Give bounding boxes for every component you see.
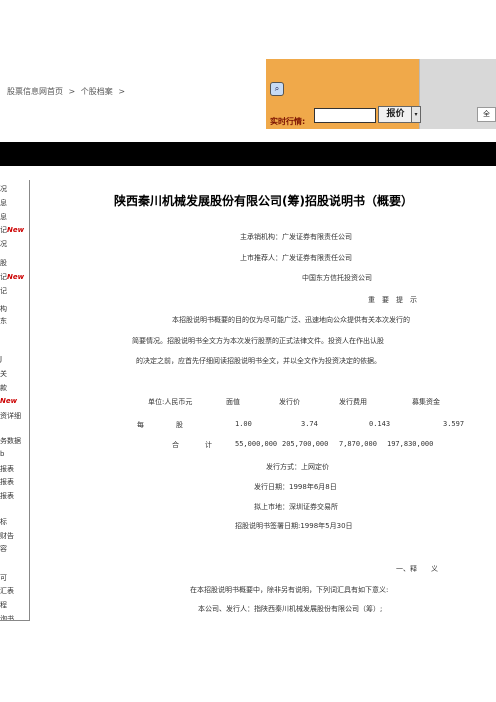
- sidebar-item[interactable]: 记New: [0, 225, 29, 235]
- breadcrumb-separator: >: [118, 87, 126, 96]
- sidebar-item-label: 记: [0, 273, 7, 281]
- quote-select-arrow[interactable]: ▾: [411, 106, 421, 123]
- table-header-cell: 单位:人民币元: [148, 398, 193, 406]
- sidebar-item[interactable]: 款: [0, 383, 29, 393]
- definition-item: 本公司、发行人：指陕西秦川机械发展股份有限公司（筹）;: [198, 605, 383, 613]
- new-badge: New: [7, 273, 25, 281]
- issue-date: 发行日期：1998年6月8日: [254, 483, 337, 491]
- sidebar-item[interactable]: 程: [0, 600, 29, 610]
- table-cell: 每: [137, 421, 144, 429]
- table-cell: 合: [172, 441, 179, 449]
- sidebar-item[interactable]: 标: [0, 517, 29, 527]
- table-cell: 计: [205, 441, 212, 449]
- table-header-cell: 发行价: [279, 398, 300, 406]
- quote-button[interactable]: 报价: [378, 106, 413, 123]
- table-cell: 0.143: [369, 420, 391, 428]
- sidebar-item[interactable]: 可: [0, 573, 29, 583]
- issue-method: 发行方式：上网定价: [266, 463, 329, 471]
- table-cell: 3.74: [301, 420, 318, 428]
- sidebar-item[interactable]: 东: [0, 316, 29, 326]
- stock-code-input[interactable]: [314, 108, 376, 123]
- listing-venue: 拟上市地：深圳证券交易所: [254, 503, 338, 511]
- table-header-cell: 发行费用: [339, 398, 367, 406]
- sidebar-item[interactable]: 容: [0, 544, 29, 554]
- sidebar-item[interactable]: 况: [0, 184, 29, 194]
- signing-date: 招股说明书签署日期:1998年5月30日: [235, 522, 353, 530]
- sidebar-item[interactable]: 关: [0, 369, 29, 379]
- table-cell: 3.597: [443, 420, 465, 428]
- breadcrumb-home-link[interactable]: 股票信息网首页: [7, 87, 63, 96]
- sponsor-2: 中国东方信托投资公司: [302, 274, 372, 282]
- sponsor: 上市推荐人：广发证券有限责任公司: [240, 254, 352, 262]
- sidebar-item[interactable]: New: [0, 397, 29, 405]
- new-badge: New: [0, 397, 18, 405]
- breadcrumb-current-link[interactable]: 个股档案: [81, 87, 113, 96]
- magnifier-icon[interactable]: ⌕: [270, 82, 284, 96]
- sidebar-item[interactable]: 报表: [0, 477, 29, 487]
- nav-banner: [0, 142, 496, 166]
- sidebar-item[interactable]: 记New: [0, 272, 29, 282]
- notice-title: 重 要 提 示: [368, 296, 417, 304]
- table-header-cell: 募集资金: [412, 398, 440, 406]
- realtime-quote-panel: ⌕ 实时行情: 报价 ▾ 全: [266, 59, 496, 129]
- table-cell: 55,000,000: [235, 440, 278, 448]
- sidebar-item[interactable]: 务数据: [0, 436, 29, 446]
- sidebar-item[interactable]: 股: [0, 258, 29, 268]
- sidebar: 况 息 息 记New 况 股 记New 记 构 东 J 关 款 New 资详细 …: [0, 180, 30, 621]
- breadcrumb: 股票信息网首页 > 个股档案 >: [7, 86, 128, 97]
- sidebar-item[interactable]: 报表: [0, 491, 29, 501]
- new-badge: New: [7, 226, 25, 234]
- sidebar-item[interactable]: 构: [0, 304, 29, 314]
- quote-side-button[interactable]: 全: [477, 107, 496, 122]
- sidebar-item[interactable]: b: [0, 450, 29, 458]
- table-cell: 股: [176, 421, 183, 429]
- table-cell: 7,870,000: [339, 440, 377, 448]
- sidebar-item[interactable]: 息: [0, 212, 29, 222]
- table-cell: 205,700,000: [282, 440, 329, 448]
- breadcrumb-separator: >: [68, 87, 76, 96]
- sidebar-item[interactable]: 询书: [0, 614, 29, 620]
- table-cell: 197,830,000: [387, 440, 434, 448]
- table-header-cell: 面值: [226, 398, 240, 406]
- table-cell: 1.00: [235, 420, 252, 428]
- sidebar-item[interactable]: 报表: [0, 464, 29, 474]
- section-heading: 一、释 义: [396, 565, 438, 573]
- sidebar-item[interactable]: 况: [0, 239, 29, 249]
- sidebar-item[interactable]: 资详细: [0, 411, 29, 421]
- sidebar-item-label: 记: [0, 226, 7, 234]
- notice-line: 的决定之前，应首先仔细阅读招股说明书全文，并以全文作为投资决定的依据。: [136, 357, 381, 365]
- lead-underwriter: 主承销机构：广发证券有限责任公司: [240, 233, 352, 241]
- sidebar-item[interactable]: 息: [0, 198, 29, 208]
- sidebar-item[interactable]: 汇表: [0, 586, 29, 596]
- definition-intro: 在本招股说明书概要中，除非另有说明，下列词汇具有如下意义:: [190, 586, 389, 594]
- notice-line: 本招股说明书概要的目的仅为尽可能广泛、迅速地向公众提供有关本次发行的: [172, 316, 410, 324]
- sidebar-item[interactable]: 财告: [0, 531, 29, 541]
- notice-line: 简要情况。招股说明书全文方为本次发行股票的正式法律文件。投资人在作出认股: [132, 337, 384, 345]
- quote-label: 实时行情:: [270, 117, 306, 126]
- sidebar-item[interactable]: 记: [0, 286, 29, 296]
- sidebar-item[interactable]: J: [0, 355, 29, 363]
- document-title: 陕西秦川机械发展股份有限公司(筹)招股说明书（概要）: [114, 194, 413, 208]
